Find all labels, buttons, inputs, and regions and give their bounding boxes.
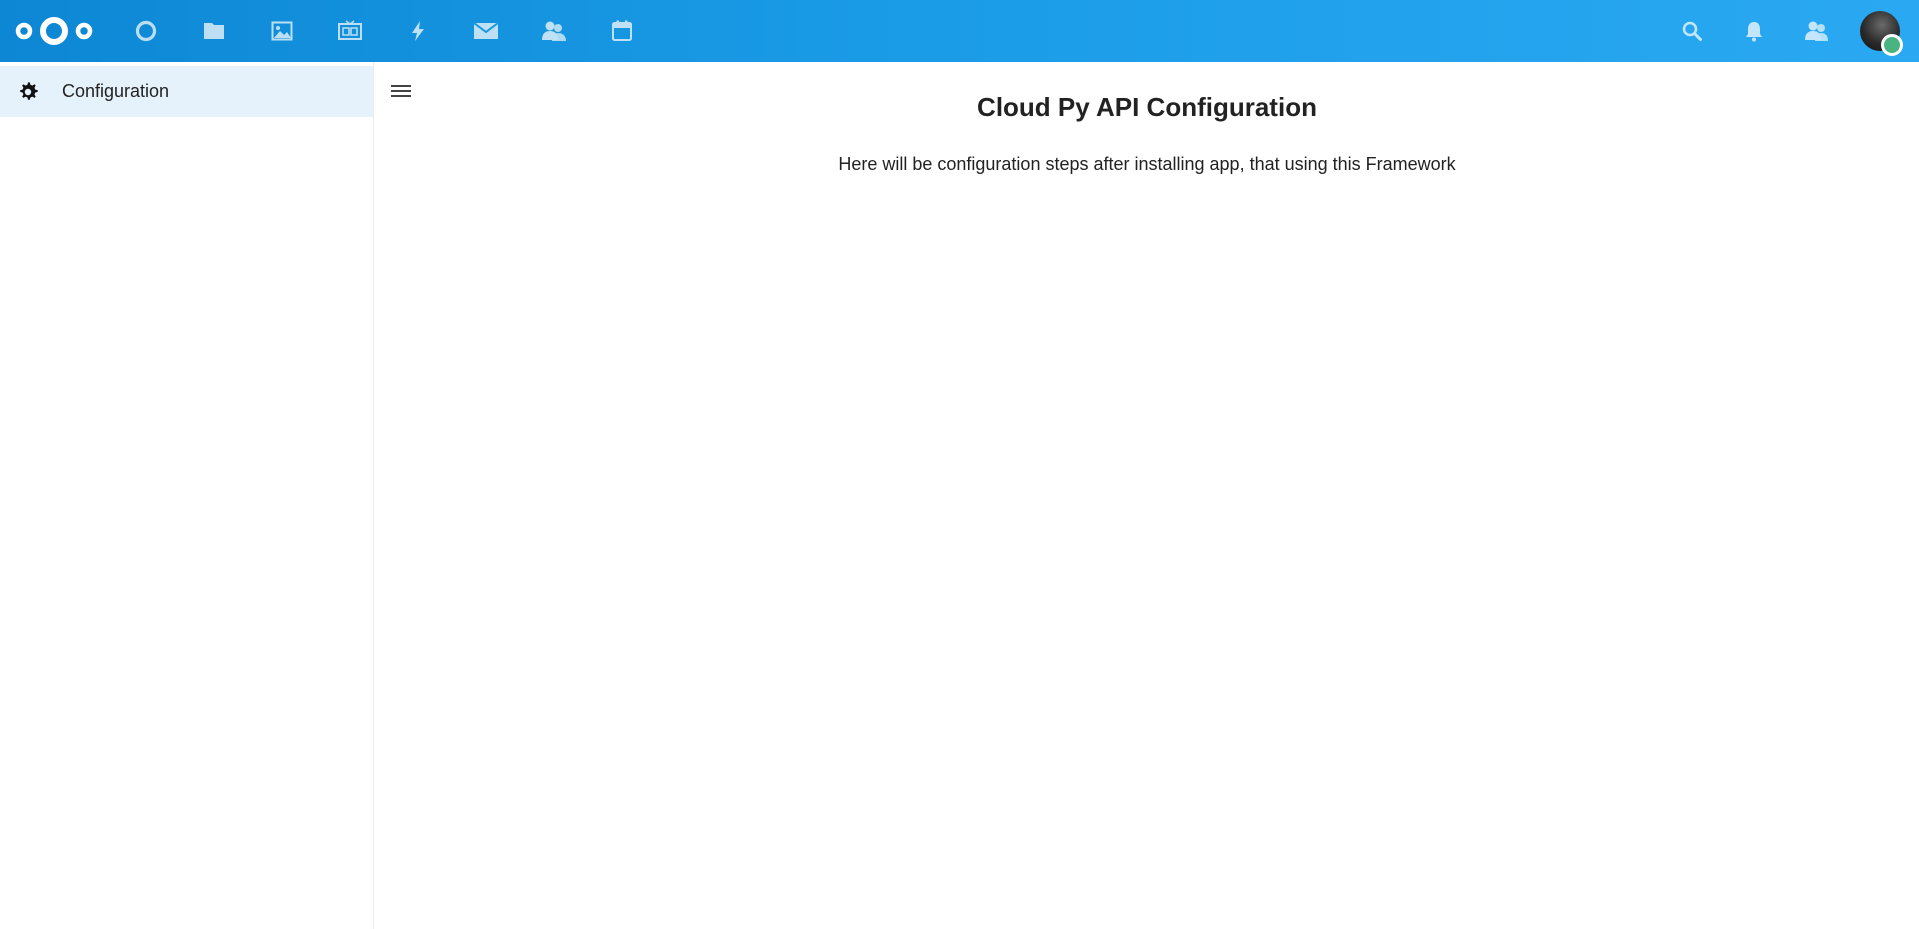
app-sidebar: Configuration	[0, 62, 374, 929]
app-navigation	[112, 0, 656, 62]
search-icon[interactable]	[1661, 0, 1723, 62]
talk-icon[interactable]	[316, 0, 384, 62]
notifications-icon[interactable]	[1723, 0, 1785, 62]
gear-icon	[0, 66, 56, 117]
photos-icon[interactable]	[248, 0, 316, 62]
mail-icon[interactable]	[452, 0, 520, 62]
sidebar-item-configuration[interactable]: Configuration	[0, 66, 373, 117]
activity-icon[interactable]	[384, 0, 452, 62]
top-header	[0, 0, 1919, 62]
files-icon[interactable]	[180, 0, 248, 62]
page-title: Cloud Py API Configuration	[977, 92, 1317, 122]
nextcloud-logo-icon[interactable]	[14, 13, 94, 49]
sidebar-item-label: Configuration	[62, 81, 170, 101]
contacts-icon[interactable]	[520, 0, 588, 62]
header-right-menu	[1661, 0, 1919, 62]
page-description: Here will be configuration steps after i…	[838, 154, 1456, 174]
online-status-icon	[1881, 34, 1903, 56]
calendar-icon[interactable]	[588, 0, 656, 62]
contacts-menu-icon[interactable]	[1785, 0, 1847, 62]
dashboard-icon[interactable]	[112, 0, 180, 62]
user-avatar-button[interactable]	[1847, 0, 1913, 62]
